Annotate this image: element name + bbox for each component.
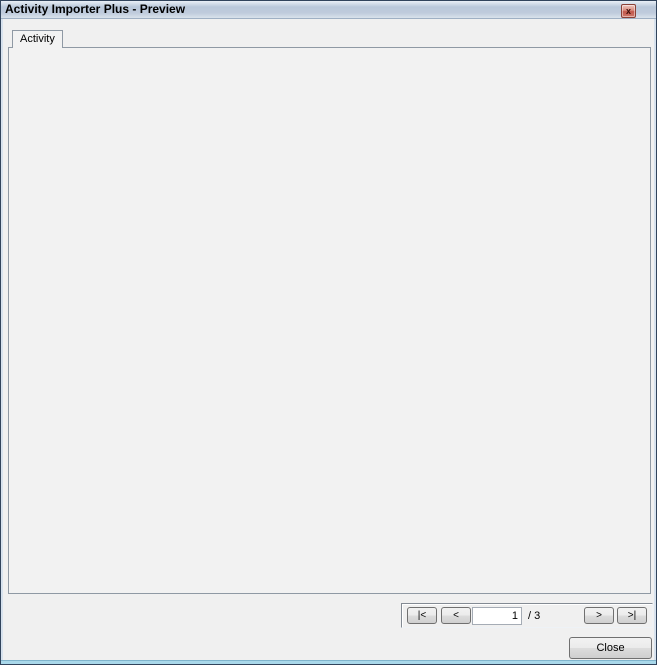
tab-page-activity <box>8 47 651 594</box>
tab-activity[interactable]: Activity <box>12 30 63 48</box>
current-page-field[interactable] <box>472 607 522 625</box>
window-title: Activity Importer Plus - Preview <box>5 2 185 16</box>
dialog-window: Activity Importer Plus - Preview x Activ… <box>0 0 657 665</box>
record-pager: |< < / 3 > >| <box>401 603 653 628</box>
last-record-button[interactable]: >| <box>617 607 647 624</box>
page-count-label: / 3 <box>528 607 540 625</box>
next-record-button[interactable]: > <box>584 607 614 624</box>
prev-record-button[interactable]: < <box>441 607 471 624</box>
close-button[interactable]: Close <box>569 637 652 659</box>
first-record-button[interactable]: |< <box>407 607 437 624</box>
window-bottom-frame <box>1 660 656 664</box>
titlebar[interactable]: Activity Importer Plus - Preview x <box>1 1 656 19</box>
close-icon[interactable]: x <box>621 4 636 18</box>
